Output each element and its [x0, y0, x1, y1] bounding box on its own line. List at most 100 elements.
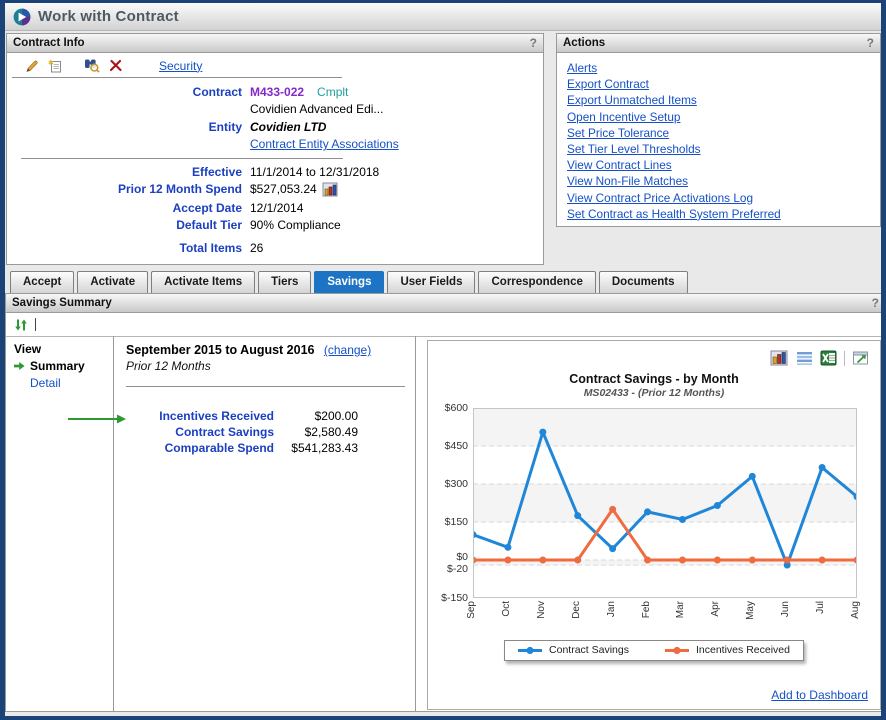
action-link-export-unmatched-items[interactable]: Export Unmatched Items	[567, 92, 870, 108]
field-label: Default Tier	[7, 217, 250, 234]
legend-label: Contract Savings	[549, 644, 629, 656]
help-icon[interactable]: ?	[872, 296, 879, 310]
legend-marker	[518, 646, 542, 655]
field-value: $527,053.24	[250, 181, 317, 198]
legend-marker	[665, 646, 689, 655]
x-tick-label: Oct	[501, 601, 512, 617]
refresh-icon[interactable]	[14, 318, 28, 332]
help-icon[interactable]: ?	[867, 36, 874, 50]
entity-name: Covidien LTD	[250, 119, 326, 136]
chart-subtitle: MS02433 - (Prior 12 Months)	[428, 387, 880, 399]
legend-item: Incentives Received	[665, 644, 790, 656]
y-tick-label: $450	[445, 440, 468, 452]
field-value: 26	[250, 240, 263, 257]
tab-tiers[interactable]: Tiers	[258, 271, 311, 293]
field-value: 90% Compliance	[250, 217, 341, 234]
savings-summary-title: Savings Summary	[12, 297, 112, 309]
tab-bar: Accept Activate Activate Items Tiers Sav…	[10, 270, 688, 293]
fields-divider	[21, 158, 343, 159]
delete-x-icon[interactable]	[109, 59, 122, 72]
x-tick-label: Jul	[815, 601, 826, 614]
change-period-link[interactable]: (change)	[324, 343, 371, 357]
tab-savings[interactable]: Savings	[314, 271, 384, 293]
x-tick-label: Sep	[466, 601, 477, 619]
page-title: Work with Contract	[38, 8, 179, 25]
summary-label: Contract Savings	[126, 426, 274, 442]
y-tick-label: $150	[445, 516, 468, 528]
field-value: 12/1/2014	[250, 200, 303, 217]
chart-column: Contract Savings - by Month MS02433 - (P…	[416, 336, 885, 711]
field-label: Effective	[7, 164, 250, 181]
savings-summary-panel: Savings Summary ? View Summary	[5, 293, 886, 712]
tab-correspondence[interactable]: Correspondence	[478, 271, 595, 293]
legend-label: Incentives Received	[696, 644, 790, 656]
actions-title: Actions	[563, 37, 605, 49]
view-sidebar: View Summary Detail	[6, 336, 114, 711]
x-tick-label: Apr	[710, 601, 721, 617]
tab-user-fields[interactable]: User Fields	[387, 271, 475, 293]
app-window: Work with Contract Contract Info ? ✱	[0, 0, 886, 720]
toolbar-divider	[12, 77, 342, 78]
svg-text:✱: ✱	[48, 59, 54, 67]
tab-documents[interactable]: Documents	[599, 271, 688, 293]
action-link-view-contract-lines[interactable]: View Contract Lines	[567, 157, 870, 173]
y-tick-label: $300	[445, 478, 468, 490]
summary-value: $541,283.43	[274, 442, 358, 458]
field-label: Total Items	[7, 240, 250, 257]
summary-label: Comparable Spend	[126, 442, 274, 458]
x-tick-label: Jun	[780, 601, 791, 617]
contract-label: Contract	[7, 84, 250, 101]
chart-view-icon[interactable]	[770, 350, 789, 366]
chart-legend: Contract Savings Incentives Received	[504, 640, 804, 661]
action-link-view-non-file-matches[interactable]: View Non-File Matches	[567, 173, 870, 189]
help-icon[interactable]: ?	[530, 36, 537, 50]
field-label: Accept Date	[7, 200, 250, 217]
action-link-open-incentive-setup[interactable]: Open Incentive Setup	[567, 109, 870, 125]
summary-value: $2,580.49	[274, 426, 358, 442]
x-tick-label: Feb	[641, 601, 652, 618]
edit-pencil-icon[interactable]	[25, 59, 39, 73]
icon-separator	[844, 351, 845, 366]
find-binoculars-icon[interactable]	[84, 58, 100, 73]
toolbar-separator	[35, 318, 36, 331]
contract-entity-associations-link[interactable]: Contract Entity Associations	[250, 136, 399, 153]
tab-activate-items[interactable]: Activate Items	[151, 271, 255, 293]
y-tick-label: $-20	[447, 563, 468, 575]
contract-info-panel: Contract Info ? ✱ Security	[6, 33, 544, 265]
x-tick-label: May	[745, 601, 756, 620]
action-link-alerts[interactable]: Alerts	[567, 60, 870, 76]
security-link[interactable]: Security	[159, 59, 202, 73]
summary-value: $200.00	[274, 410, 358, 426]
export-excel-icon[interactable]	[820, 350, 837, 366]
x-tick-label: Dec	[571, 601, 582, 619]
copy-note-icon[interactable]: ✱	[48, 59, 63, 73]
view-heading: View	[14, 342, 113, 356]
contract-status-badge: Cmplt	[317, 84, 348, 101]
tab-activate[interactable]: Activate	[77, 271, 148, 293]
y-axis-labels: $600$450$300$150$0$-20$-150	[428, 408, 473, 598]
view-option-detail[interactable]: Detail	[30, 376, 61, 390]
tab-accept[interactable]: Accept	[10, 271, 74, 293]
action-link-export-contract[interactable]: Export Contract	[567, 76, 870, 92]
add-to-dashboard-link[interactable]: Add to Dashboard	[771, 688, 868, 702]
action-link-set-contract-health-system-preferred[interactable]: Set Contract as Health System Preferred	[567, 206, 870, 222]
actions-panel: Actions ? Alerts Export Contract Export …	[556, 33, 881, 227]
period-range: September 2015 to August 2016	[126, 343, 315, 357]
current-view-arrow-icon	[14, 361, 25, 371]
action-link-set-tier-level-thresholds[interactable]: Set Tier Level Thresholds	[567, 141, 870, 157]
y-tick-label: $0	[456, 551, 468, 563]
view-option-summary[interactable]: Summary	[30, 359, 85, 373]
x-tick-label: Mar	[675, 601, 686, 618]
x-tick-label: Jan	[606, 601, 617, 617]
action-link-set-price-tolerance[interactable]: Set Price Tolerance	[567, 125, 870, 141]
field-label: Prior 12 Month Spend	[7, 181, 250, 198]
spend-chart-icon[interactable]	[322, 182, 339, 197]
action-link-view-contract-price-activations-log[interactable]: View Contract Price Activations Log	[567, 190, 870, 206]
chart-title: Contract Savings - by Month	[428, 372, 880, 386]
data-table-icon[interactable]	[796, 351, 813, 365]
entity-label: Entity	[7, 119, 250, 136]
app-logo-icon	[13, 8, 31, 26]
incentives-pointer-arrow	[68, 411, 126, 429]
x-tick-label: Nov	[536, 601, 547, 619]
open-new-window-icon[interactable]	[852, 350, 870, 366]
